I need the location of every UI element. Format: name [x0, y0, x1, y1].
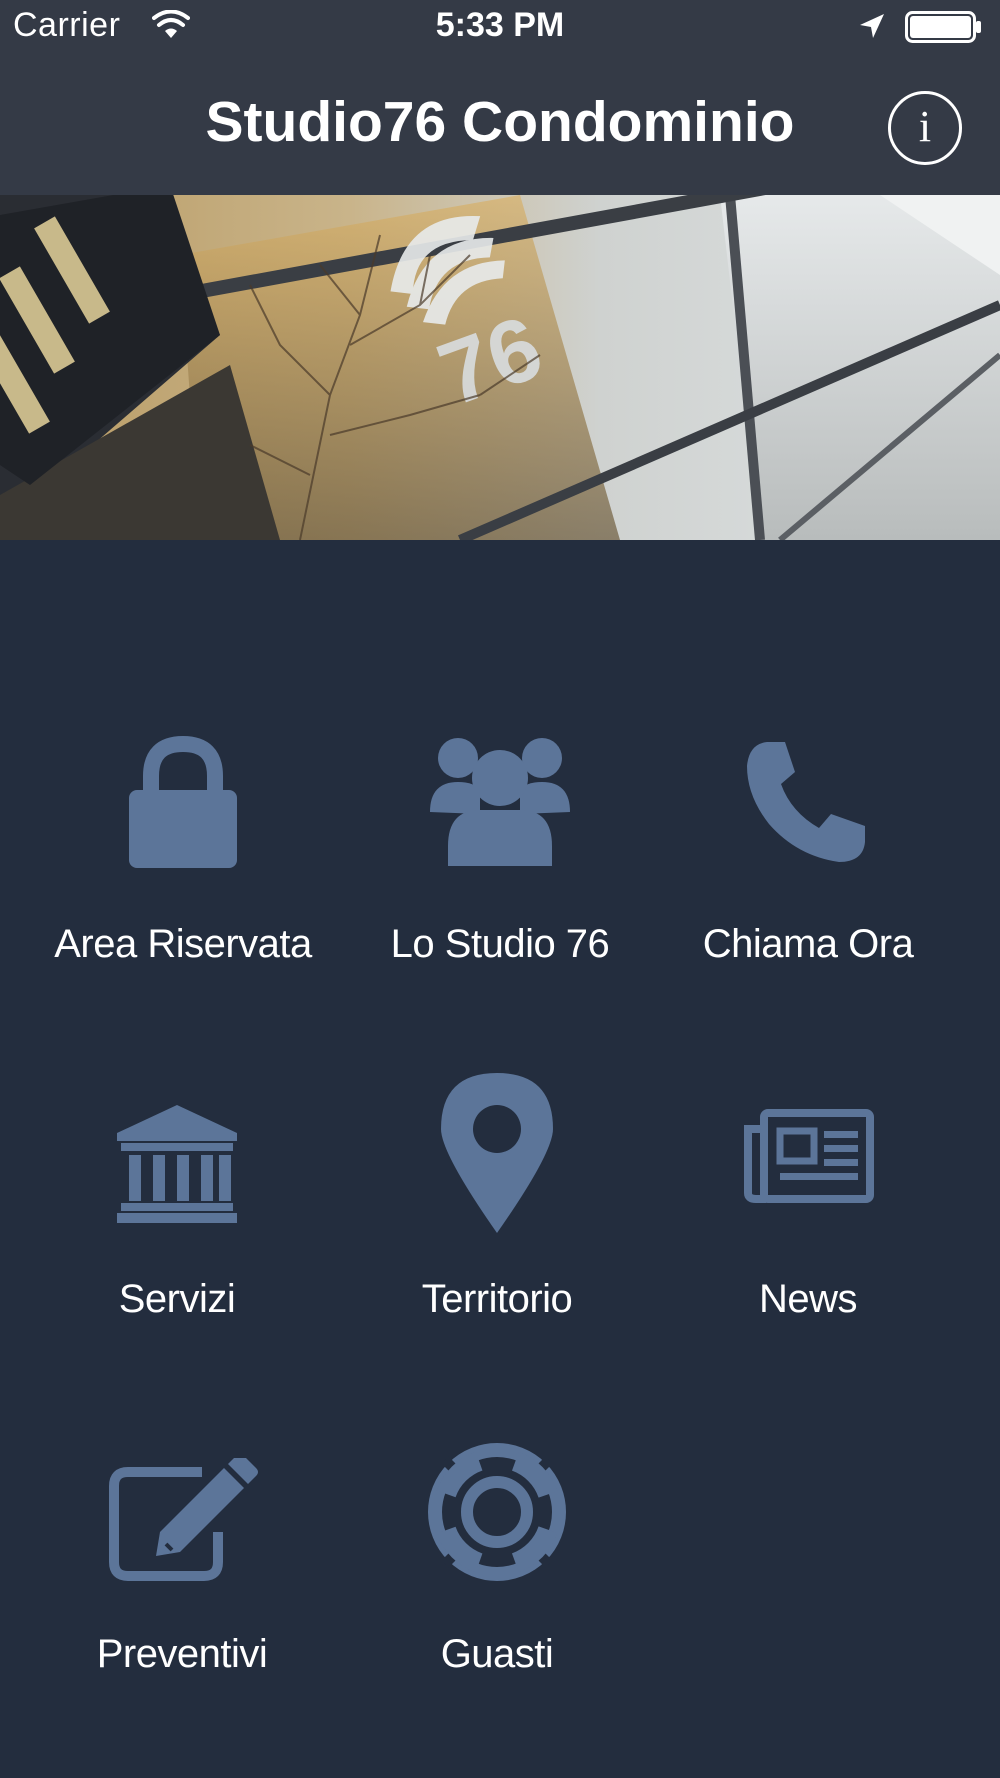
menu-item-label: Preventivi [96, 1632, 268, 1676]
life-ring-icon [337, 1442, 657, 1612]
app-screen: Carrier 5:33 PM Studio76 Condominio i 76… [0, 0, 1000, 1778]
menu-item-preventivi[interactable]: Preventivi [22, 1442, 342, 1742]
clock: 5:33 PM [435, 6, 565, 44]
menu-item-lo-studio-76[interactable]: Lo Studio 76 [340, 732, 660, 1032]
top-bar: Carrier 5:33 PM Studio76 Condominio i [0, 0, 1000, 195]
menu-item-label: Lo Studio 76 [390, 922, 610, 966]
menu-item-label: Territorio [421, 1277, 573, 1321]
lock-icon [23, 732, 343, 902]
newspaper-icon [648, 1087, 968, 1257]
menu-item-label: Servizi [118, 1277, 236, 1321]
location-arrow-icon [860, 14, 884, 38]
info-button[interactable]: i [888, 91, 962, 165]
menu-item-servizi[interactable]: Servizi [17, 1087, 337, 1387]
building-photo: 76 [0, 195, 1000, 540]
edit-pencil-icon [22, 1442, 342, 1612]
menu-item-label: Guasti [440, 1632, 554, 1676]
menu-item-label: News [758, 1277, 858, 1321]
menu-item-label: Area Riservata [54, 922, 312, 966]
menu-item-label: Chiama Ora [702, 922, 914, 966]
phone-icon [648, 732, 968, 902]
header-photo: 76 [0, 195, 1000, 540]
bank-icon [17, 1087, 337, 1257]
battery-icon [905, 11, 981, 43]
menu-item-guasti[interactable]: Guasti [337, 1442, 657, 1742]
menu-item-chiama-ora[interactable]: Chiama Ora [648, 732, 968, 1032]
info-circle-icon: i [918, 102, 932, 151]
users-group-icon [340, 732, 660, 902]
menu-item-territorio[interactable]: Territorio [337, 1073, 657, 1387]
page-title: Studio76 Condominio [205, 90, 795, 154]
map-marker-icon [337, 1073, 657, 1257]
menu-item-news[interactable]: News [648, 1087, 968, 1387]
status-bar: Carrier 5:33 PM [0, 0, 1000, 54]
menu-item-area-riservata[interactable]: Area Riservata [23, 732, 343, 1032]
